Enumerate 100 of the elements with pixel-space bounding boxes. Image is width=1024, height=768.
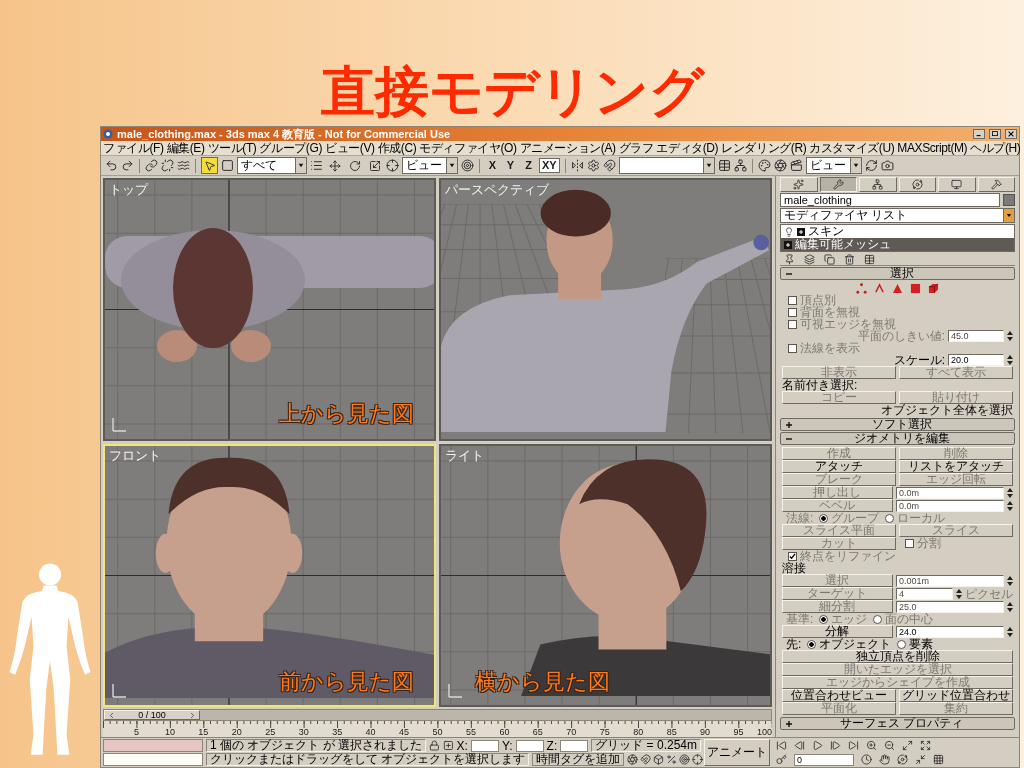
minimize-icon[interactable]: [973, 129, 985, 139]
spinner-arrows-icon[interactable]: [1007, 601, 1013, 612]
menu-item[interactable]: グループ(G): [259, 141, 322, 155]
plus-box-icon[interactable]: [797, 227, 805, 236]
stack-item[interactable]: スキン: [781, 225, 1014, 238]
number-field[interactable]: 20.0: [948, 354, 1004, 366]
list-icon[interactable]: [310, 159, 323, 172]
rollout-header[interactable]: ジオメトリを編集: [780, 432, 1015, 445]
menu-item[interactable]: ファイル(F): [103, 141, 164, 155]
axis-constraint-button[interactable]: XY: [539, 158, 560, 173]
vertex-icon[interactable]: [856, 282, 867, 294]
chevron-right-icon[interactable]: [188, 710, 197, 720]
maximize-icon[interactable]: [902, 740, 913, 751]
viewport[interactable]: パースペクティブ: [439, 178, 772, 441]
percent-icon[interactable]: [666, 754, 678, 765]
aperture-icon[interactable]: [773, 159, 787, 172]
copy-icon[interactable]: [824, 253, 835, 265]
panel-tab[interactable]: [819, 177, 857, 192]
menu-item[interactable]: カスタマイズ(U): [809, 141, 895, 155]
viewport[interactable]: フロント 前から見た図: [103, 444, 436, 707]
step-back-icon[interactable]: [794, 740, 805, 751]
play-icon[interactable]: [812, 740, 823, 751]
axis-constraint-button[interactable]: Y: [503, 158, 518, 173]
animate-button[interactable]: アニメート: [704, 739, 770, 766]
zoom-out-icon[interactable]: [884, 740, 895, 751]
coordinate-system-dropdown[interactable]: ビュー: [402, 157, 458, 174]
minimize-icon[interactable]: [915, 754, 926, 765]
menu-item[interactable]: ツール(T): [207, 141, 257, 155]
mirror-icon[interactable]: [570, 159, 584, 172]
square-face-icon[interactable]: [910, 282, 921, 294]
viewport-label[interactable]: フロント: [109, 448, 161, 463]
square-icon[interactable]: [221, 159, 234, 172]
hand-icon[interactable]: [879, 754, 890, 765]
command-button[interactable]: リストをアタッチ: [899, 460, 1013, 473]
stack-item[interactable]: 編集可能メッシュ: [781, 238, 1014, 251]
radio-button[interactable]: [897, 639, 907, 649]
command-button[interactable]: 位置合わせビュー: [782, 689, 896, 702]
viewport-label[interactable]: ライト: [445, 448, 484, 463]
zoom-in-icon[interactable]: [866, 740, 877, 751]
menu-item[interactable]: 作成(C): [377, 141, 417, 155]
plus-square-icon[interactable]: [442, 740, 454, 751]
radio-button[interactable]: [807, 639, 817, 649]
script-listener-field[interactable]: [103, 739, 203, 752]
plus-icon[interactable]: [785, 719, 793, 728]
axis-constraint-button[interactable]: X: [485, 158, 500, 173]
render-type-dropdown[interactable]: ビュー: [805, 157, 862, 174]
plus-box-icon[interactable]: [784, 240, 792, 249]
menu-item[interactable]: アニメーション(A): [519, 141, 616, 155]
spinner-arrows-icon[interactable]: [1007, 626, 1013, 637]
key-icon[interactable]: [776, 754, 787, 765]
target-icon[interactable]: [461, 159, 474, 172]
viewport[interactable]: トップ 上から見た図: [103, 178, 436, 441]
axis-constraint-button[interactable]: Z: [521, 158, 536, 173]
unlink-icon[interactable]: [161, 159, 174, 172]
selection-filter-dropdown[interactable]: すべて: [237, 157, 307, 174]
spinner-arrows-icon[interactable]: [1007, 500, 1013, 511]
skip-back-icon[interactable]: [776, 740, 787, 751]
color-swatch-icon[interactable]: [1003, 194, 1015, 206]
camera-icon[interactable]: [880, 159, 894, 172]
cube-icon[interactable]: [928, 282, 939, 294]
time-slider-thumb[interactable]: 0 / 100: [104, 710, 200, 720]
spinner-arrows-icon[interactable]: [1007, 331, 1013, 341]
spinner-arrows-icon[interactable]: [1007, 487, 1013, 498]
triangle-icon[interactable]: [892, 282, 903, 294]
named-selection-dropdown[interactable]: [618, 157, 715, 174]
coordinate-field[interactable]: [515, 739, 544, 752]
clock-icon[interactable]: [861, 754, 872, 765]
expand-icon[interactable]: [920, 740, 931, 751]
skip-forward-icon[interactable]: [848, 740, 859, 751]
viewport-label[interactable]: パースペクティブ: [445, 182, 549, 197]
hammer-icon[interactable]: [990, 179, 1002, 190]
lightbulb-icon[interactable]: [784, 226, 794, 237]
step-forward-icon[interactable]: [830, 740, 841, 751]
monitor-icon[interactable]: [951, 179, 963, 190]
coordinate-field[interactable]: [470, 739, 499, 752]
rollout-header[interactable]: サーフェス プロパティ: [780, 717, 1015, 730]
target-icon[interactable]: [679, 754, 691, 765]
undo-icon[interactable]: [105, 159, 118, 172]
wave-icon[interactable]: [177, 159, 190, 172]
add-time-tag-button[interactable]: 時間タグを追加: [532, 753, 625, 766]
menu-item[interactable]: レンダリング(R): [721, 141, 807, 155]
link-icon[interactable]: [145, 159, 158, 172]
edge-icon[interactable]: [874, 282, 885, 294]
aperture-icon[interactable]: [627, 754, 639, 765]
spinner-arrows-icon[interactable]: [1007, 355, 1013, 365]
viewport-label[interactable]: トップ: [109, 182, 148, 197]
magnet-icon[interactable]: [602, 159, 616, 172]
coordinate-field[interactable]: [560, 739, 589, 752]
table-icon[interactable]: [864, 253, 875, 265]
rollout-header[interactable]: ソフト選択: [780, 418, 1015, 431]
spinner-arrows-icon[interactable]: [956, 588, 962, 599]
command-button[interactable]: グリッド位置合わせ: [899, 689, 1013, 702]
command-button[interactable]: 分解: [782, 625, 893, 638]
gear-icon[interactable]: [586, 159, 600, 172]
menu-item[interactable]: ヘルプ(H): [970, 141, 1021, 155]
pin-icon[interactable]: [784, 253, 795, 265]
trash-icon[interactable]: [844, 253, 855, 265]
redo-icon[interactable]: [121, 159, 134, 172]
modifier-list-dropdown[interactable]: モディファイヤ リスト: [780, 208, 1015, 223]
chevron-left-icon[interactable]: [107, 710, 116, 720]
